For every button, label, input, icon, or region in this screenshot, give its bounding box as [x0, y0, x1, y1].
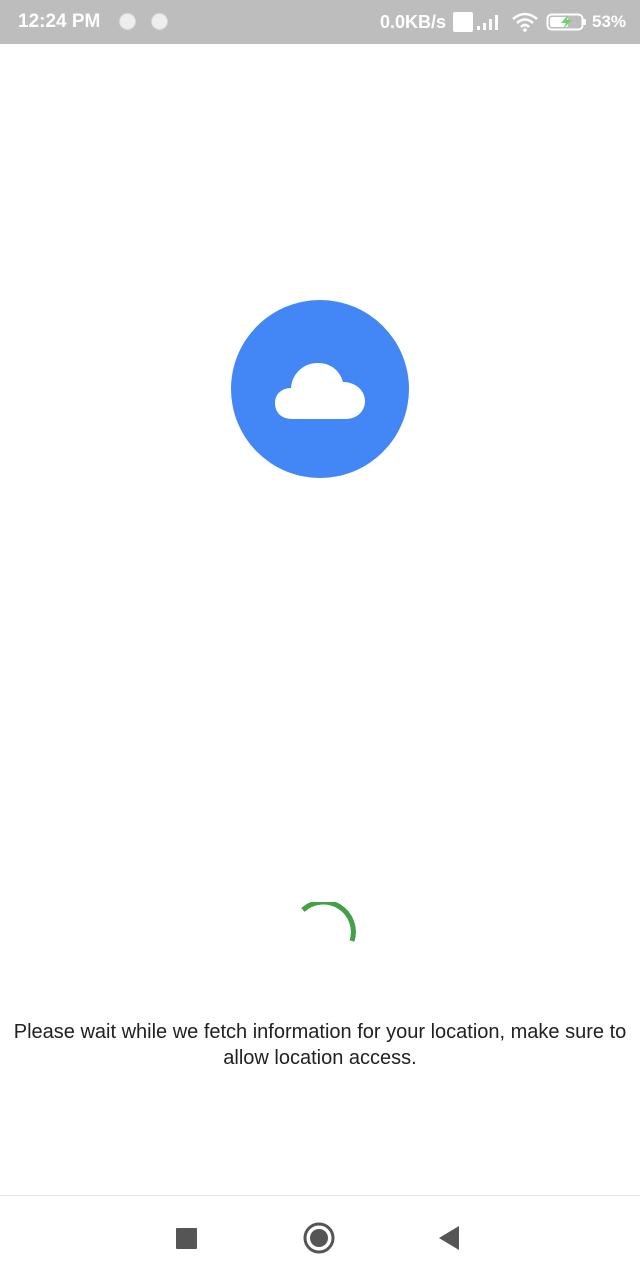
battery-charging-icon [546, 13, 586, 31]
network-speed: 0.0KB/s [380, 12, 447, 32]
app-logo [231, 300, 409, 478]
navigation-bar [0, 1196, 640, 1280]
battery-percent: 53% [592, 12, 627, 31]
cloud-icon [275, 363, 365, 419]
signal-icon [477, 15, 498, 30]
status-time: 12:24 PM [18, 11, 101, 32]
status-bar: 12:24 PM 0.0KB/s 53% [0, 0, 640, 44]
recents-button[interactable] [176, 1228, 197, 1249]
notification-dot-icon [151, 13, 168, 30]
home-button[interactable] [302, 1221, 336, 1255]
wifi-icon [512, 12, 538, 32]
volte-icon [453, 12, 473, 32]
loading-message: Please wait while we fetch information f… [13, 1021, 627, 1069]
loading-spinner [301, 902, 356, 942]
notification-dot-icon [119, 13, 136, 30]
back-button[interactable] [437, 1225, 461, 1251]
